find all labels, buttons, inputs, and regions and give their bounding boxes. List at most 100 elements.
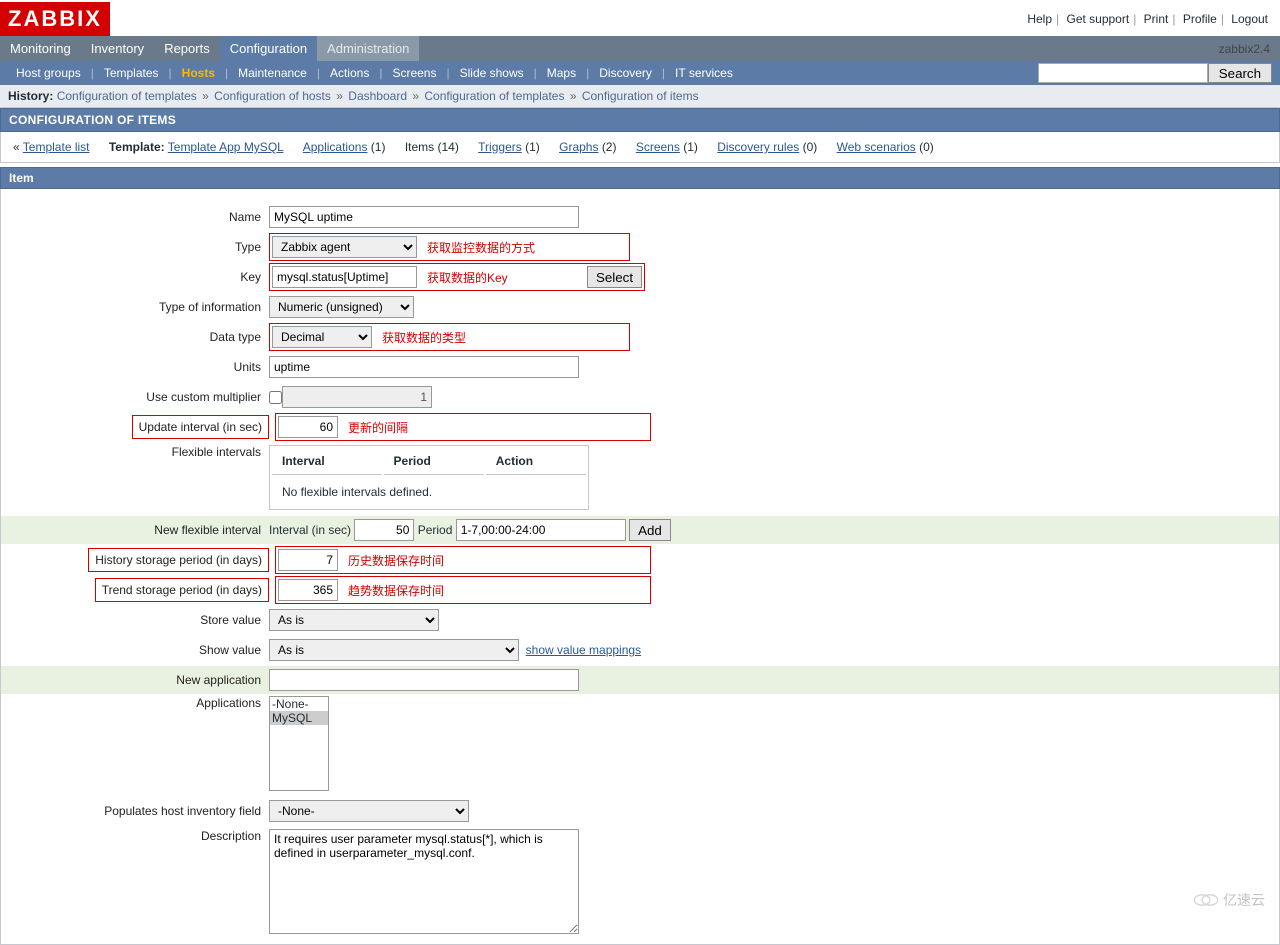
update-interval-input[interactable] <box>278 416 338 438</box>
page-title: CONFIGURATION OF ITEMS <box>0 108 1280 132</box>
flexible-intervals-empty: No flexible intervals defined. <box>272 477 586 507</box>
search-input[interactable] <box>1038 63 1208 83</box>
link-profile[interactable]: Profile <box>1179 12 1221 26</box>
history-storage-input[interactable] <box>278 549 338 571</box>
link-logout[interactable]: Logout <box>1227 12 1272 26</box>
link-graphs[interactable]: Graphs <box>559 140 598 154</box>
update-interval-label: Update interval (in sec) <box>139 420 262 434</box>
show-value-mappings-link[interactable]: show value mappings <box>526 643 641 657</box>
inventory-field-select[interactable]: -None- <box>269 800 469 822</box>
period-sublabel: Period <box>418 523 453 537</box>
crumb-1[interactable]: Configuration of templates <box>57 89 197 103</box>
menu-configuration[interactable]: Configuration <box>220 36 317 61</box>
name-label: Name <box>9 210 269 224</box>
update-interval-annot: 更新的间隔 <box>338 419 648 436</box>
store-value-select[interactable]: As is <box>269 609 439 631</box>
key-annot: 获取数据的Key <box>417 269 587 286</box>
template-nav: « Template list Template: Template App M… <box>0 132 1280 163</box>
interval-sec-input[interactable] <box>354 519 414 541</box>
units-input[interactable] <box>269 356 579 378</box>
key-select-button[interactable]: Select <box>587 266 642 288</box>
section-item: Item <box>0 167 1280 189</box>
applications-listbox[interactable]: -None- MySQL <box>269 696 329 791</box>
crumb-4[interactable]: Configuration of templates <box>424 89 564 103</box>
data-type-select[interactable]: Decimal <box>272 326 372 348</box>
crumb-3[interactable]: Dashboard <box>348 89 407 103</box>
interval-sublabel: Interval (in sec) <box>269 523 351 537</box>
menu-reports[interactable]: Reports <box>154 36 220 61</box>
submenu-discovery[interactable]: Discovery <box>591 61 660 85</box>
link-support[interactable]: Get support <box>1062 12 1133 26</box>
flexible-intervals-label: Flexible intervals <box>9 445 269 459</box>
submenu-it-services[interactable]: IT services <box>667 61 741 85</box>
submenu-host-groups[interactable]: Host groups <box>8 61 89 85</box>
type-annot: 获取监控数据的方式 <box>417 239 627 256</box>
logo: ZABBIX <box>0 2 110 36</box>
description-label: Description <box>9 829 269 843</box>
submenu-hosts[interactable]: Hosts <box>174 61 223 85</box>
multiplier-label: Use custom multiplier <box>9 390 269 404</box>
type-label: Type <box>9 240 269 254</box>
link-print[interactable]: Print <box>1140 12 1173 26</box>
watermark: 亿速云 <box>1193 890 1265 910</box>
name-input[interactable] <box>269 206 579 228</box>
flexible-intervals-table: Interval Period Action No flexible inter… <box>269 445 589 510</box>
type-of-information-label: Type of information <box>9 300 269 314</box>
sub-menu: Host groups| Templates| Hosts| Maintenan… <box>0 61 1280 85</box>
add-interval-button[interactable]: Add <box>629 519 671 541</box>
new-flexible-interval-label: New flexible interval <box>9 523 269 537</box>
history-storage-label: History storage period (in days) <box>95 553 262 567</box>
items-current: Items (14) <box>405 140 459 154</box>
history-bar: History: Configuration of templates » Co… <box>0 85 1280 108</box>
submenu-actions[interactable]: Actions <box>322 61 377 85</box>
description-textarea[interactable]: It requires user parameter mysql.status[… <box>269 829 579 934</box>
data-type-annot: 获取数据的类型 <box>372 329 627 346</box>
show-value-label: Show value <box>9 643 269 657</box>
main-menu: Monitoring Inventory Reports Configurati… <box>0 36 1280 61</box>
link-applications[interactable]: Applications <box>303 140 368 154</box>
link-template-name[interactable]: Template App MySQL <box>168 140 284 154</box>
period-input[interactable] <box>456 519 626 541</box>
menu-inventory[interactable]: Inventory <box>81 36 154 61</box>
trend-storage-label: Trend storage period (in days) <box>102 583 262 597</box>
data-type-label: Data type <box>9 330 269 344</box>
history-storage-annot: 历史数据保存时间 <box>338 552 648 569</box>
link-screens[interactable]: Screens <box>636 140 680 154</box>
link-help[interactable]: Help <box>1023 12 1056 26</box>
submenu-maintenance[interactable]: Maintenance <box>230 61 315 85</box>
applications-label: Applications <box>9 696 269 710</box>
submenu-templates[interactable]: Templates <box>96 61 167 85</box>
store-value-label: Store value <box>9 613 269 627</box>
list-item[interactable]: -None- <box>270 697 328 711</box>
history-label: History: <box>8 89 53 103</box>
trend-storage-annot: 趋势数据保存时间 <box>338 582 648 599</box>
menu-monitoring[interactable]: Monitoring <box>0 36 81 61</box>
multiplier-input <box>282 386 432 408</box>
submenu-screens[interactable]: Screens <box>384 61 444 85</box>
key-input[interactable] <box>272 266 417 288</box>
link-discovery-rules[interactable]: Discovery rules <box>717 140 799 154</box>
multiplier-checkbox[interactable] <box>269 391 282 404</box>
units-label: Units <box>9 360 269 374</box>
version-label: zabbix2.4 <box>1219 42 1280 56</box>
type-of-information-select[interactable]: Numeric (unsigned) <box>269 296 414 318</box>
show-value-select[interactable]: As is <box>269 639 519 661</box>
key-label: Key <box>9 270 269 284</box>
inventory-field-label: Populates host inventory field <box>9 804 269 818</box>
link-triggers[interactable]: Triggers <box>478 140 522 154</box>
crumb-5[interactable]: Configuration of items <box>582 89 699 103</box>
type-select[interactable]: Zabbix agent <box>272 236 417 258</box>
trend-storage-input[interactable] <box>278 579 338 601</box>
top-links: Help| Get support| Print| Profile| Logou… <box>1023 12 1272 26</box>
link-template-list[interactable]: Template list <box>23 140 90 154</box>
new-application-label: New application <box>9 673 269 687</box>
menu-administration[interactable]: Administration <box>317 36 419 61</box>
list-item[interactable]: MySQL <box>270 711 328 725</box>
submenu-slide-shows[interactable]: Slide shows <box>452 61 532 85</box>
search-button[interactable]: Search <box>1208 63 1272 83</box>
new-application-input[interactable] <box>269 669 579 691</box>
link-web-scenarios[interactable]: Web scenarios <box>837 140 916 154</box>
item-form: Name Type Zabbix agent 获取监控数据的方式 Key 获取数… <box>0 189 1280 945</box>
submenu-maps[interactable]: Maps <box>539 61 584 85</box>
crumb-2[interactable]: Configuration of hosts <box>214 89 331 103</box>
